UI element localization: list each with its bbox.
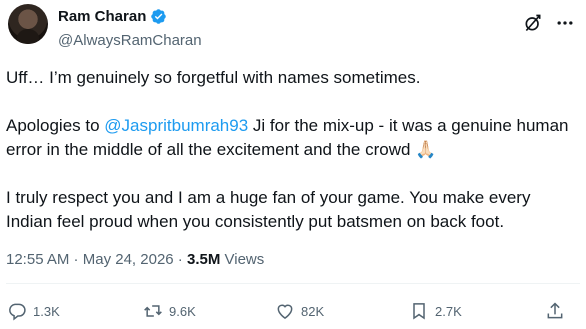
tweet-date[interactable]: May 24, 2026 [83, 251, 174, 268]
views-label: Views [220, 251, 265, 268]
mention-link[interactable]: @Jaspritbumrah93 [104, 116, 248, 135]
share-button[interactable] [545, 300, 571, 322]
tweet-paragraph: I truly respect you and I am a huge fan … [6, 186, 576, 234]
meta-separator: · [173, 251, 187, 268]
author-name-row: Ram Charan [58, 8, 167, 25]
grok-icon[interactable] [523, 13, 543, 33]
tweet-text: Uff… I’m genuinely so forgetful with nam… [6, 66, 576, 258]
tweet-meta: 12:55 AM · May 24, 2026 · 3.5M Views [6, 251, 264, 268]
tweet-time[interactable]: 12:55 AM [6, 251, 69, 268]
author-handle[interactable]: @AlwaysRamCharan [58, 32, 202, 49]
tweet-line: I truly respect you and I am a huge fan … [6, 188, 531, 231]
meta-separator: · [69, 251, 83, 268]
repost-count: 9.6K [169, 303, 196, 319]
tweet-line: Uff… I’m genuinely so forgetful with nam… [6, 68, 421, 87]
tweet-paragraph: Apologies to @Jaspritbumrah93 Ji for the… [6, 114, 576, 162]
views-count[interactable]: 3.5M [187, 251, 220, 268]
divider [6, 283, 580, 284]
action-bar: 1.3K 9.6K 82K 2.7K [0, 300, 586, 322]
tweet-paragraph: Uff… I’m genuinely so forgetful with nam… [6, 66, 576, 90]
like-button[interactable]: 82K [275, 300, 324, 322]
bookmark-count: 2.7K [435, 303, 462, 319]
heart-icon [277, 304, 293, 319]
avatar[interactable] [8, 4, 48, 44]
folded-hands-emoji: 🙏🏻 [415, 140, 437, 159]
repost-button[interactable]: 9.6K [143, 300, 196, 322]
tweet-header: Ram Charan @AlwaysRamCharan [0, 0, 586, 60]
reply-icon [9, 303, 26, 321]
reply-button[interactable]: 1.3K [7, 300, 60, 322]
tweet-line: Apologies to [6, 116, 105, 135]
bookmark-icon [413, 303, 425, 320]
verified-badge-icon [151, 9, 167, 24]
more-options-icon[interactable] [554, 13, 576, 33]
bookmark-button[interactable]: 2.7K [409, 300, 462, 322]
like-count: 82K [301, 303, 325, 319]
share-icon [547, 302, 563, 319]
reply-count: 1.3K [33, 303, 60, 319]
author-name[interactable]: Ram Charan [58, 8, 146, 25]
repost-icon [144, 305, 162, 317]
